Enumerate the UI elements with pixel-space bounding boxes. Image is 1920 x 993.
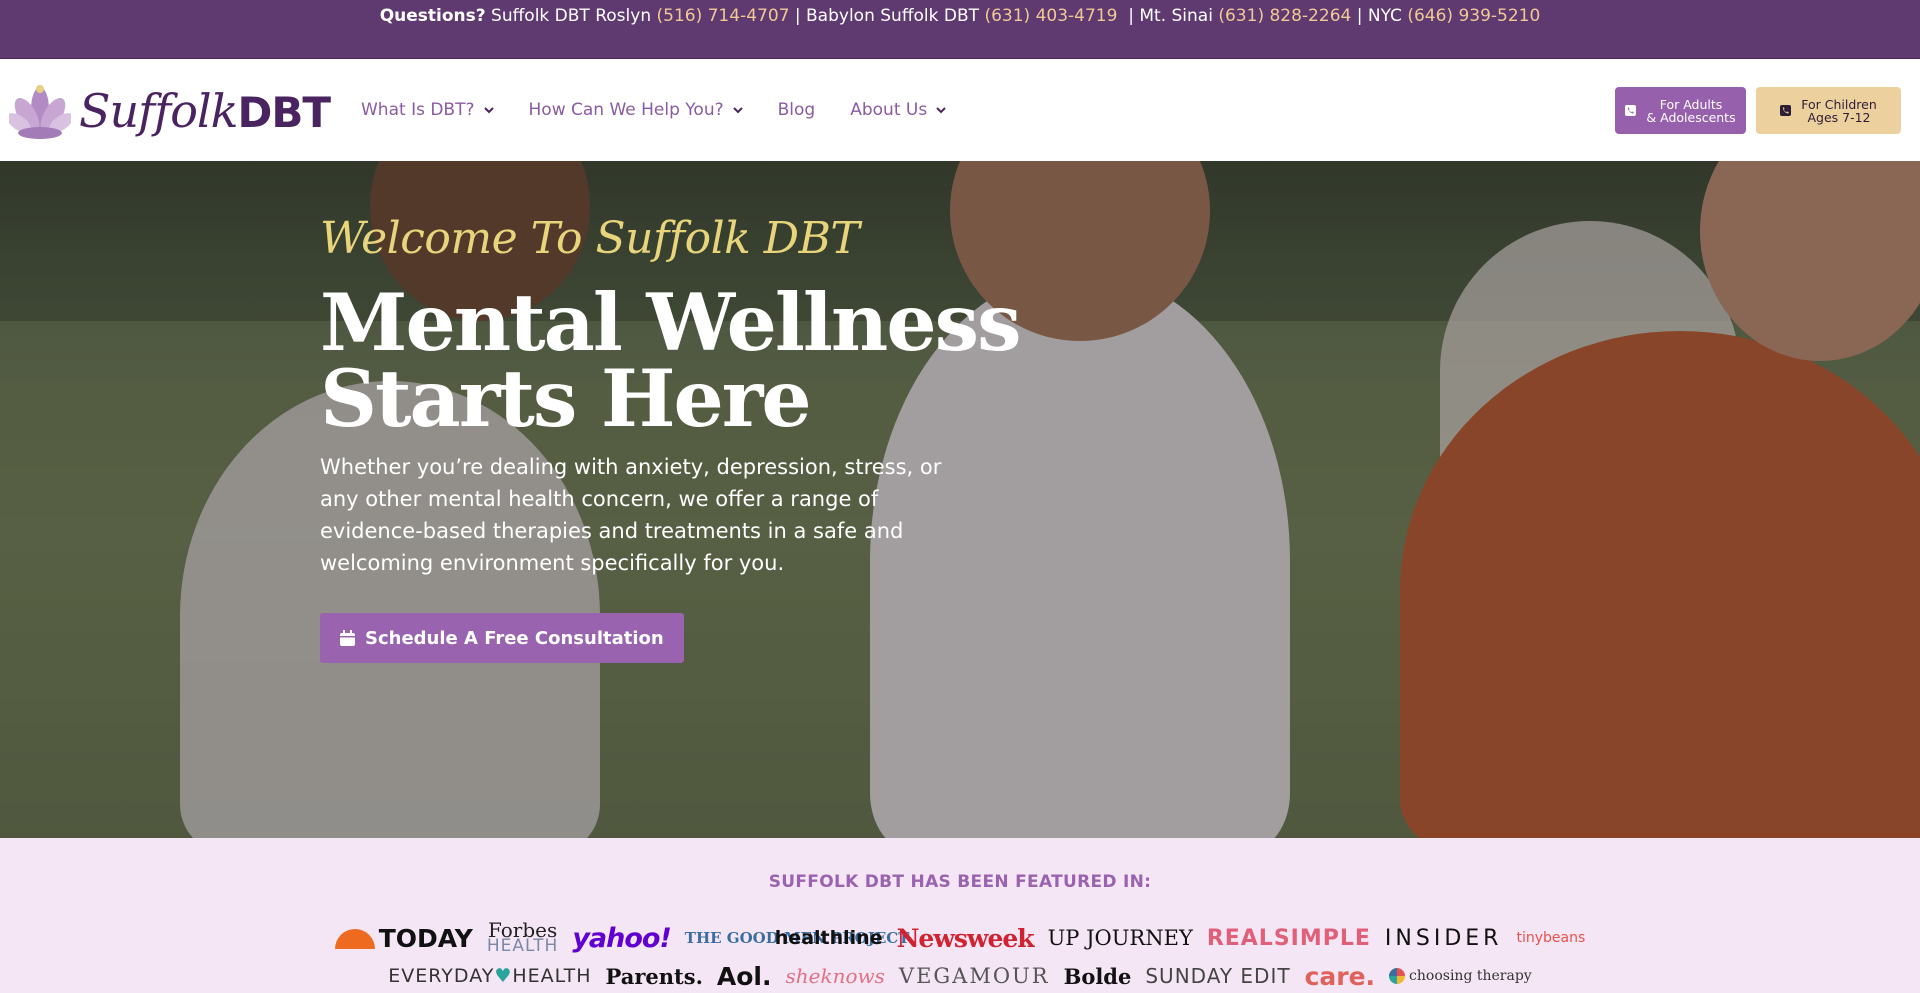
calendar-icon — [340, 630, 355, 646]
adults-adolescents-button[interactable]: For Adults & Adolescents — [1615, 87, 1746, 134]
hero-welcome-text: Welcome To Suffolk DBT — [320, 213, 860, 264]
choosing-therapy-text: choosing therapy — [1409, 968, 1532, 984]
nav-item-label: About Us — [850, 100, 928, 120]
upjourney-logo: UP JOURNEY — [1047, 926, 1193, 950]
parents-logo: Parents. — [605, 963, 703, 989]
separator: | — [794, 6, 801, 26]
choosing-therapy-icon — [1389, 968, 1406, 984]
nav-blog[interactable]: Blog — [778, 100, 816, 120]
phone-icon — [1780, 105, 1792, 116]
nav-how-can-we-help[interactable]: How Can We Help You? — [529, 100, 743, 120]
logo-script-text: Suffolk — [79, 84, 238, 138]
children-button-line1: For Children — [1801, 96, 1877, 112]
nav-item-label: How Can We Help You? — [528, 100, 724, 120]
newsweek-logo: Newsweek — [896, 923, 1035, 953]
featured-title: SUFFOLK DBT HAS BEEN FEATURED IN: — [768, 872, 1152, 892]
nav-item-label: Blog — [777, 100, 816, 120]
hero-headline-line2: Starts Here — [320, 352, 812, 445]
sunday-edit-logo: SUNDAY EDIT — [1145, 964, 1291, 988]
adults-button-line2: & Adolescents — [1646, 109, 1736, 125]
sheknows-logo: sheknows — [785, 964, 885, 988]
insider-logo: INSIDER — [1384, 925, 1503, 951]
schedule-consultation-button[interactable]: Schedule A Free Consultation — [320, 613, 684, 663]
today-sun-icon — [334, 929, 375, 949]
children-button-line2: Ages 7-12 — [1807, 109, 1871, 125]
everyday-health-subtext: HEALTH — [512, 965, 592, 987]
hero-section: Welcome To Suffolk DBT Mental Wellness S… — [0, 161, 1920, 838]
chevron-down-icon — [483, 107, 494, 114]
site-logo[interactable]: SuffolkDBT — [9, 79, 331, 143]
separator: | — [1128, 6, 1134, 26]
featured-logos-row: TODAY Forbes HEALTH yahoo! THE GOOD MEN P… — [0, 918, 1920, 958]
hero-headline: Mental Wellness Starts Here — [320, 283, 1022, 438]
today-logo-text: TODAY — [378, 923, 473, 953]
phone-roslyn-link[interactable]: (516) 714-4707 — [657, 6, 790, 26]
today-logo: TODAY — [334, 923, 473, 953]
vegamour-logo: VEGAMOUR — [898, 964, 1050, 988]
phone-icon — [1625, 105, 1637, 116]
questions-label: Questions? — [379, 6, 486, 26]
hero-content: Welcome To Suffolk DBT Mental Wellness S… — [320, 213, 1022, 663]
phone-nyc-link[interactable]: (646) 939-5210 — [1407, 6, 1540, 26]
tinybeans-logo: tinybeans — [1516, 930, 1586, 946]
good-men-project-logo: THE GOOD MEN PROJECT — [684, 929, 910, 947]
separator: | — [1356, 6, 1363, 26]
nav-about-us[interactable]: About Us — [850, 100, 946, 120]
bolde-logo: Bolde — [1063, 963, 1132, 989]
location-nyc: NYC — [1367, 6, 1402, 26]
nav-item-label: What Is DBT? — [361, 100, 475, 120]
featured-logos-row: EVERYDAY♥HEALTH Parents. Aol. sheknows V… — [0, 958, 1920, 993]
location-roslyn: Suffolk DBT Roslyn — [491, 6, 652, 26]
featured-in-section: SUFFOLK DBT HAS BEEN FEATURED IN: TODAY … — [0, 838, 1920, 993]
location-babylon: Babylon Suffolk DBT — [806, 6, 980, 26]
lotus-icon — [9, 85, 71, 139]
logo-wordmark: SuffolkDBT — [79, 84, 331, 138]
site-header: SuffolkDBT What Is DBT? How Can We Help … — [0, 59, 1920, 161]
location-mt-sinai: Mt. Sinai — [1139, 6, 1213, 26]
chevron-down-icon — [732, 107, 743, 114]
care-logo: care. — [1304, 961, 1376, 991]
yahoo-logo: yahoo! — [572, 922, 671, 954]
healthline-logo: healthline — [774, 927, 883, 949]
top-contact-bar: Questions? Suffolk DBT Roslyn (516) 714-… — [0, 0, 1920, 59]
aol-logo: Aol. — [716, 961, 772, 991]
phone-babylon-link[interactable]: (631) 403-4719 — [984, 6, 1117, 26]
nav-what-is-dbt[interactable]: What Is DBT? — [361, 100, 494, 120]
children-button[interactable]: For Children Ages 7-12 — [1756, 87, 1901, 134]
forbes-health-logo: Forbes HEALTH — [486, 920, 559, 956]
cta-label: Schedule A Free Consultation — [365, 627, 664, 649]
everyday-health-logo: EVERYDAY♥HEALTH — [388, 965, 591, 987]
hero-lead-text: Whether you’re dealing with anxiety, dep… — [320, 455, 942, 575]
main-nav: What Is DBT? How Can We Help You? Blog A… — [361, 100, 981, 120]
choosing-therapy-logo: choosing therapy — [1389, 968, 1532, 984]
adults-button-line1: For Adults — [1659, 96, 1723, 112]
phone-mt-sinai-link[interactable]: (631) 828-2264 — [1218, 6, 1351, 26]
logo-bold-text: DBT — [237, 88, 331, 137]
forbes-health-subtext: HEALTH — [486, 936, 559, 956]
everyday-logo-text: EVERYDAY — [388, 965, 495, 987]
real-simple-logo: REALSIMPLE — [1206, 925, 1371, 951]
leaf-icon: ♥ — [494, 965, 513, 987]
chevron-down-icon — [936, 107, 946, 114]
